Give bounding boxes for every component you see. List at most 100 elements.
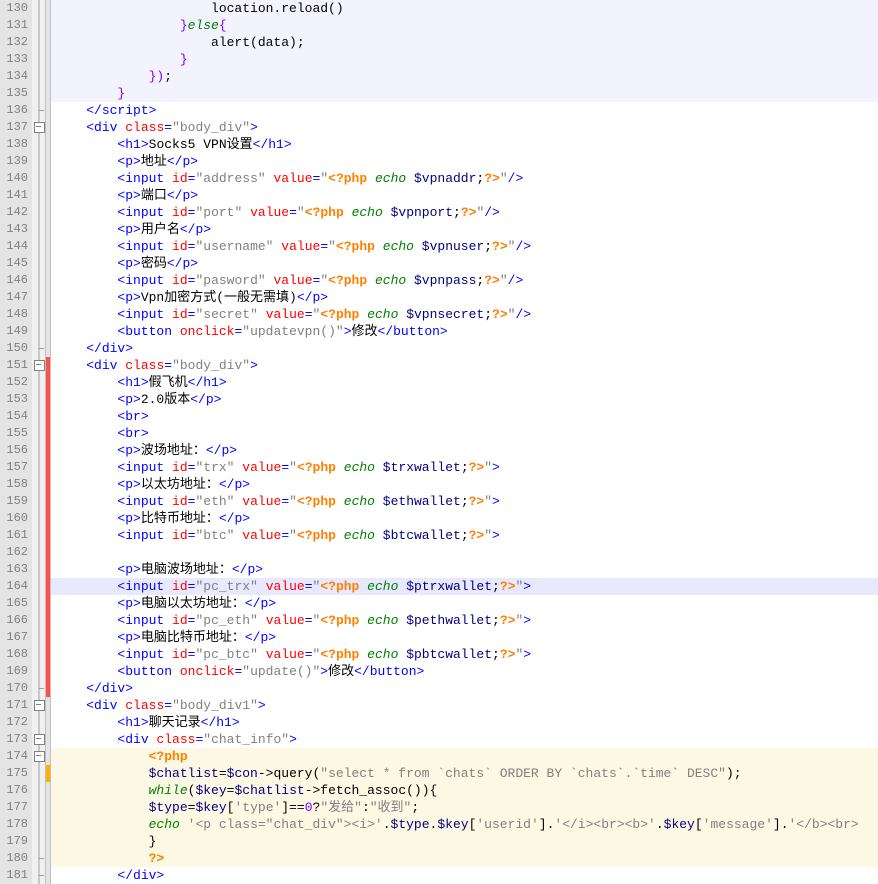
fold-marker [32, 374, 46, 391]
fold-marker[interactable] [32, 748, 46, 765]
code-line[interactable]: <p>用户名</p> [51, 221, 878, 238]
code-line[interactable]: <input id="pasword" value="<?php echo $v… [51, 272, 878, 289]
code-line[interactable]: ?> [51, 850, 878, 867]
fold-marker [32, 646, 46, 663]
change-marker [46, 629, 50, 646]
code-line[interactable]: while($key=$chatlist->fetch_assoc()){ [51, 782, 878, 799]
code-line[interactable]: <button onclick="update()">修改</button> [51, 663, 878, 680]
change-marker [46, 850, 50, 867]
line-number: 181 [0, 867, 32, 884]
code-line[interactable]: <p>波场地址：</p> [51, 442, 878, 459]
change-marker [46, 340, 50, 357]
code-line[interactable]: <input id="username" value="<?php echo $… [51, 238, 878, 255]
code-line[interactable]: <p>电脑比特币地址：</p> [51, 629, 878, 646]
code-line[interactable]: <div class="body_div"> [51, 357, 878, 374]
code-line[interactable]: <h1>假飞机</h1> [51, 374, 878, 391]
code-line[interactable]: <p>比特币地址：</p> [51, 510, 878, 527]
code-line[interactable]: <input id="btc" value="<?php echo $btcwa… [51, 527, 878, 544]
code-line[interactable]: </div> [51, 680, 878, 697]
change-marker [46, 527, 50, 544]
code-line[interactable]: </div> [51, 867, 878, 884]
line-number: 142 [0, 204, 32, 221]
change-marker [46, 867, 50, 884]
code-area[interactable]: location.reload() }else{ alert(data); } … [51, 0, 878, 884]
fold-marker[interactable] [32, 731, 46, 748]
code-line[interactable]: $type=$key['type']==0?"发给":"收到"; [51, 799, 878, 816]
fold-marker [32, 340, 46, 357]
code-line[interactable]: <h1>聊天记录</h1> [51, 714, 878, 731]
code-line[interactable]: <p>电脑波场地址：</p> [51, 561, 878, 578]
code-line[interactable]: <p>地址</p> [51, 153, 878, 170]
line-number: 168 [0, 646, 32, 663]
code-line[interactable]: <input id="port" value="<?php echo $vpnp… [51, 204, 878, 221]
fold-marker [32, 85, 46, 102]
fold-marker [32, 153, 46, 170]
code-line[interactable]: <input id="secret" value="<?php echo $vp… [51, 306, 878, 323]
fold-marker [32, 663, 46, 680]
fold-marker [32, 816, 46, 833]
code-line[interactable]: alert(data); [51, 34, 878, 51]
fold-marker [32, 17, 46, 34]
line-number: 130 [0, 0, 32, 17]
code-line[interactable]: <div class="body_div1"> [51, 697, 878, 714]
change-marker [46, 51, 50, 68]
line-number: 133 [0, 51, 32, 68]
code-line[interactable]: <input id="pc_eth" value="<?php echo $pe… [51, 612, 878, 629]
code-line[interactable]: location.reload() [51, 0, 878, 17]
line-number: 171 [0, 697, 32, 714]
change-marker [46, 816, 50, 833]
code-line[interactable]: }else{ [51, 17, 878, 34]
line-number: 137 [0, 119, 32, 136]
line-number: 159 [0, 493, 32, 510]
code-line[interactable]: </script> [51, 102, 878, 119]
code-line[interactable]: <br> [51, 408, 878, 425]
code-line[interactable]: } [51, 833, 878, 850]
code-line[interactable]: $chatlist=$con->query("select * from `ch… [51, 765, 878, 782]
code-line[interactable]: <p>密码</p> [51, 255, 878, 272]
code-line[interactable]: <p>端口</p> [51, 187, 878, 204]
code-line[interactable]: } [51, 85, 878, 102]
code-line[interactable]: <p>2.0版本</p> [51, 391, 878, 408]
code-line[interactable]: <div class="chat_info"> [51, 731, 878, 748]
line-number: 164 [0, 578, 32, 595]
code-line[interactable]: echo '<p class="chat_div"><i>'.$type.$ke… [51, 816, 878, 833]
code-line[interactable]: <input id="eth" value="<?php echo $ethwa… [51, 493, 878, 510]
fold-marker [32, 289, 46, 306]
code-line[interactable]: <p>以太坊地址：</p> [51, 476, 878, 493]
change-marker [46, 17, 50, 34]
fold-marker [32, 136, 46, 153]
code-line[interactable]: </div> [51, 340, 878, 357]
fold-marker [32, 272, 46, 289]
code-line[interactable]: <input id="trx" value="<?php echo $trxwa… [51, 459, 878, 476]
change-marker [46, 34, 50, 51]
fold-marker[interactable] [32, 357, 46, 374]
code-editor[interactable]: 1301311321331341351361371381391401411421… [0, 0, 878, 884]
code-line[interactable]: <input id="pc_btc" value="<?php echo $pb… [51, 646, 878, 663]
code-line[interactable]: <p>电脑以太坊地址：</p> [51, 595, 878, 612]
change-marker [46, 153, 50, 170]
code-line[interactable]: <div class="body_div"> [51, 119, 878, 136]
code-line[interactable]: <br> [51, 425, 878, 442]
fold-marker [32, 765, 46, 782]
code-line[interactable]: <input id="pc_trx" value="<?php echo $pt… [51, 578, 878, 595]
code-line[interactable]: <input id="address" value="<?php echo $v… [51, 170, 878, 187]
change-marker [46, 748, 50, 765]
fold-marker[interactable] [32, 697, 46, 714]
code-line[interactable]: <p>Vpn加密方式(一般无需填)</p> [51, 289, 878, 306]
fold-marker [32, 34, 46, 51]
code-line[interactable]: <button onclick="updatevpn()">修改</button… [51, 323, 878, 340]
code-line[interactable]: <h1>Socks5 VPN设置</h1> [51, 136, 878, 153]
line-number: 179 [0, 833, 32, 850]
code-line[interactable] [51, 544, 878, 561]
fold-marker [32, 255, 46, 272]
code-line[interactable]: }); [51, 68, 878, 85]
line-number: 158 [0, 476, 32, 493]
line-number: 167 [0, 629, 32, 646]
line-number: 139 [0, 153, 32, 170]
fold-marker [32, 799, 46, 816]
code-line[interactable]: } [51, 51, 878, 68]
fold-marker[interactable] [32, 119, 46, 136]
fold-marker [32, 476, 46, 493]
change-marker [46, 204, 50, 221]
code-line[interactable]: <?php [51, 748, 878, 765]
